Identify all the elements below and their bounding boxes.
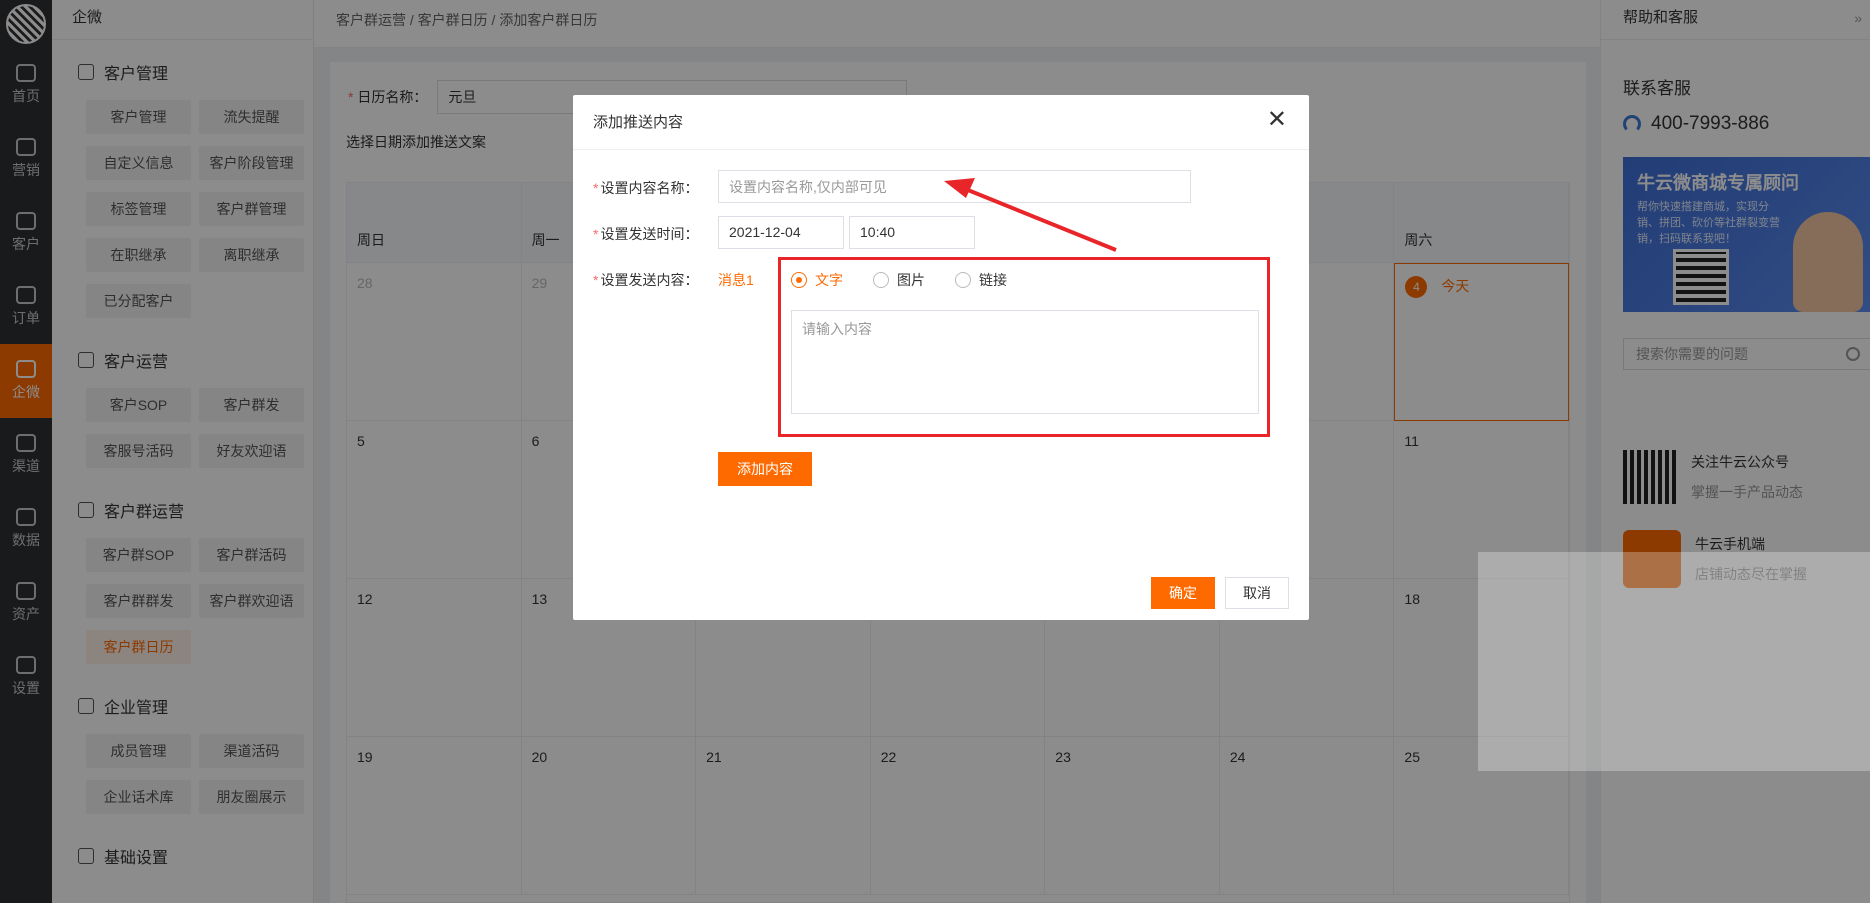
add-push-content-dialog: 添加推送内容 ✕ *设置内容名称： *设置发送时间： 2021-12-04 10… (573, 95, 1309, 620)
send-time-label: * 设置发送时间： (593, 226, 699, 242)
radio-icon (873, 272, 889, 288)
add-content-button[interactable]: 添加内容 (718, 452, 812, 486)
content-name-label: * 设置内容名称： (593, 180, 699, 196)
close-icon[interactable]: ✕ (1267, 105, 1287, 134)
radio-link[interactable]: 链接 (955, 270, 1007, 290)
dialog-divider (573, 149, 1309, 150)
radio-text[interactable]: 文字 (791, 270, 843, 290)
radio-image[interactable]: 图片 (873, 270, 925, 290)
light-overlay (1478, 552, 1870, 771)
dialog-title: 添加推送内容 (593, 114, 684, 131)
cancel-button[interactable]: 取消 (1225, 577, 1289, 609)
message-tag[interactable]: 消息1 (718, 270, 754, 290)
radio-icon (955, 272, 971, 288)
date-picker[interactable]: 2021-12-04 (718, 216, 844, 249)
content-name-input[interactable] (718, 170, 1191, 203)
content-textarea[interactable] (791, 310, 1259, 414)
content-type-radios: 文字 图片 链接 (791, 270, 1007, 290)
send-content-label: * 设置发送内容： (593, 272, 699, 288)
radio-icon (791, 272, 807, 288)
time-picker[interactable]: 10:40 (849, 216, 975, 249)
confirm-button[interactable]: 确定 (1151, 577, 1215, 609)
